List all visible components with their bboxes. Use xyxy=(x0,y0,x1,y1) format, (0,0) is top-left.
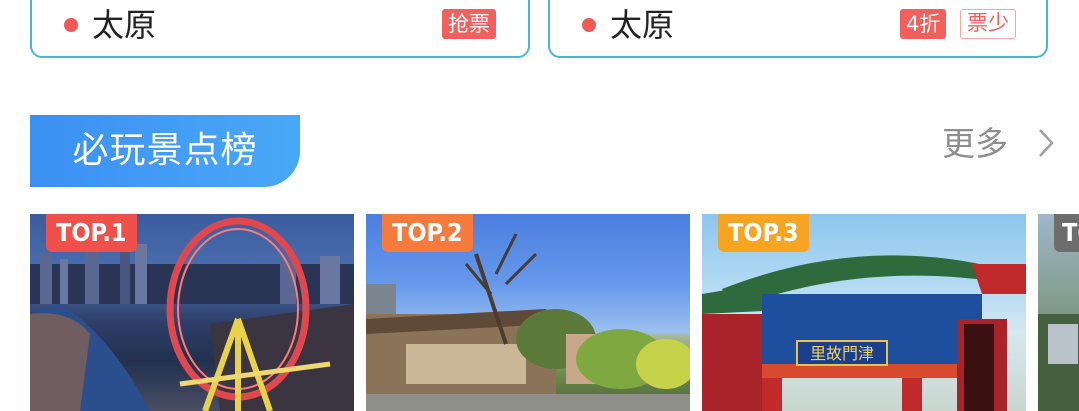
more-link[interactable]: 更多 xyxy=(942,122,1008,166)
section-title: 必玩景点榜 xyxy=(30,115,300,187)
ticket-card-1[interactable]: 太原 抢票 xyxy=(30,0,530,58)
city-name: 太原 xyxy=(92,6,157,44)
discount-tag: 4折 xyxy=(900,9,947,39)
attraction-card-4[interactable]: TO xyxy=(1038,214,1079,411)
attraction-card-2[interactable]: TOP.2 xyxy=(366,214,690,411)
city-name: 太原 xyxy=(610,6,675,44)
rank-badge: TOP.1 xyxy=(46,214,137,252)
location-dot-icon xyxy=(582,18,596,32)
gate-sign-text: 里故門津 xyxy=(810,344,874,363)
grab-ticket-tag: 抢票 xyxy=(442,9,496,39)
few-tickets-tag: 票少 xyxy=(960,9,1016,39)
ticket-card-2[interactable]: 太原 4折 票少 xyxy=(548,0,1048,58)
chevron-right-icon[interactable] xyxy=(1034,128,1064,158)
rank-badge: TOP.3 xyxy=(718,214,809,252)
location-dot-icon xyxy=(64,18,78,32)
attraction-card-1[interactable]: TOP.1 xyxy=(30,214,354,411)
rank-badge: TO xyxy=(1054,214,1079,252)
rank-badge: TOP.2 xyxy=(382,214,473,252)
attraction-card-3[interactable]: 里故門津 TOP.3 xyxy=(702,214,1026,411)
